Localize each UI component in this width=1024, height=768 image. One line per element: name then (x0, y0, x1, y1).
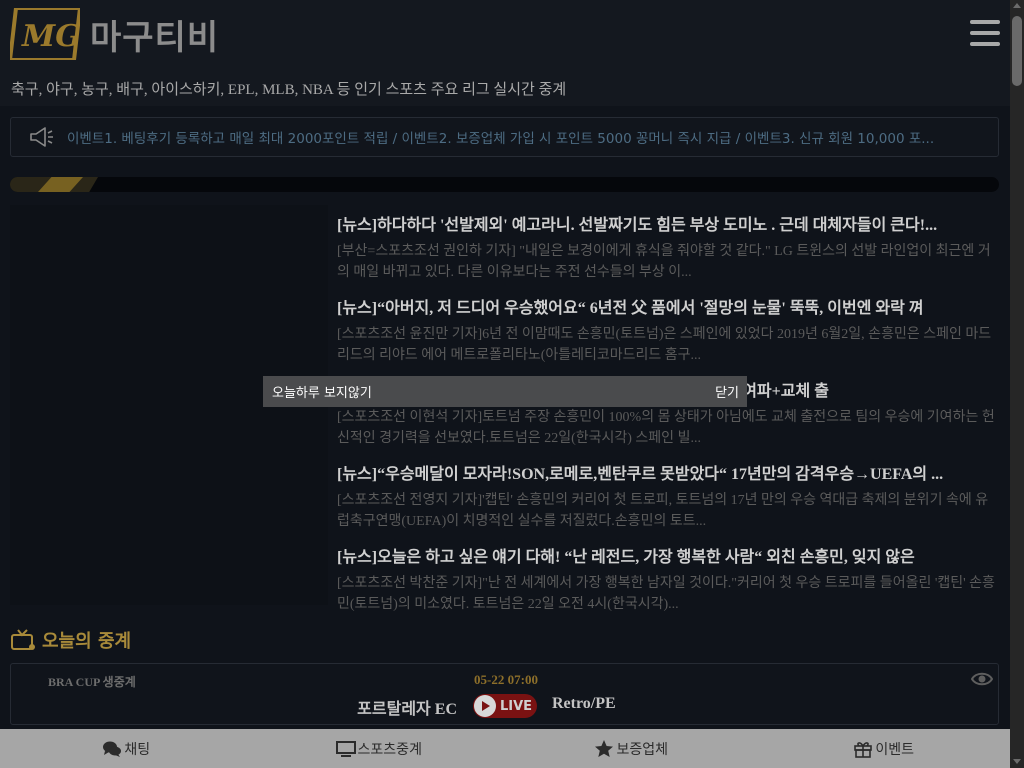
monitor-icon (335, 740, 356, 757)
news-summary: [스포츠조선 전영지 기자]'캡틴' 손흥민의 커리어 첫 트로피, 토트넘의 … (337, 493, 989, 529)
news-item[interactable]: [뉴스]“아버지, 저 드디어 우승했어요“ 6년전 父 품에서 '절망의 눈물… (337, 288, 999, 371)
nav-verified-sites[interactable]: 보증업체 (505, 739, 758, 759)
home-team: 포르탈레자 EC (357, 701, 457, 718)
notice-bar[interactable]: 이벤트1. 베팅후기 등록하고 매일 최대 2000포인트 적립 / 이벤트2.… (10, 117, 999, 157)
menu-button[interactable] (970, 20, 1000, 46)
news-item[interactable]: [뉴스]오늘은 하고 싶은 얘기 다해! “난 레전드, 가장 행복한 사람“ … (337, 537, 999, 620)
news-title[interactable]: [뉴스]오늘은 하고 싶은 얘기 다해! “난 레전드, 가장 행복한 사람“ … (337, 537, 999, 571)
bottom-nav: 채팅 스포츠중계 보증업체 이벤트 (0, 729, 1010, 768)
notice-text: 이벤트1. 베팅후기 등록하고 매일 최대 2000포인트 적립 / 이벤트2.… (67, 131, 935, 147)
chat-icon (103, 741, 122, 757)
logo-text: 마구티비 (90, 17, 220, 58)
scroll-down-arrow-icon[interactable] (1013, 759, 1021, 764)
nav-label: 채팅 (124, 741, 151, 758)
vertical-scrollbar[interactable] (1010, 0, 1024, 768)
hamburger-line (970, 31, 1000, 35)
scroll-thumb[interactable] (1012, 16, 1022, 86)
hide-today-button[interactable]: 오늘하루 보지않기 (272, 382, 372, 401)
logo-mark-icon: MG (10, 8, 80, 60)
gift-icon (854, 741, 873, 758)
news-summary: [스포츠조선 이현석 기자]토트넘 주장 손흥민이 100%의 몸 상태가 아님… (337, 410, 995, 446)
news-title[interactable]: [뉴스]“아버지, 저 드디어 우승했어요“ 6년전 父 품에서 '절망의 눈물… (337, 288, 999, 322)
hamburger-line (970, 20, 1000, 24)
page: MG 마구티비 축구, 야구, 농구, 배구, 아이스하키, EPL, MLB,… (0, 0, 1010, 768)
match-time: 05-22 07:00 (474, 672, 538, 687)
nav-label: 이벤트 (875, 741, 915, 758)
scroll-up-arrow-icon[interactable] (1013, 3, 1021, 8)
away-team: Retro/PE (552, 695, 616, 712)
nav-chat[interactable]: 채팅 (0, 739, 253, 759)
live-button[interactable]: LIVE (473, 694, 537, 718)
megaphone-icon (30, 127, 53, 147)
header: MG 마구티비 (0, 0, 1010, 70)
star-icon (595, 739, 614, 757)
section-title: 오늘의 중계 (42, 631, 132, 652)
nav-label: 스포츠중계 (357, 741, 422, 758)
section-divider (10, 177, 999, 192)
nav-events[interactable]: 이벤트 (758, 739, 1011, 759)
live-label: LIVE (500, 698, 533, 714)
tv-icon (11, 629, 35, 650)
today-broadcast-header: 오늘의 중계 (10, 627, 131, 653)
popup-bar: 오늘하루 보지않기 닫기 (263, 376, 747, 407)
news-item[interactable]: [뉴스]하다하다 '선발제외' 예고라니. 선발짜기도 힘든 부상 도미노 . … (337, 205, 999, 288)
nav-sports-broadcast[interactable]: 스포츠중계 (253, 739, 506, 759)
nav-label: 보증업체 (616, 741, 669, 758)
match-card[interactable]: BRA CUP 생중계 05-22 07:00 포르탈레자 EC LIVE Re… (10, 663, 999, 725)
news-summary: [스포츠조선 윤진만 기자]6년 전 이맘때도 손흥민(토트넘)은 스페인에 있… (337, 327, 992, 363)
news-summary: [부산=스포츠조선 권인하 기자] "내일은 보경이에게 휴식을 줘야할 것 같… (337, 244, 991, 280)
logo-mark-text: MG (21, 19, 80, 54)
news-list: [뉴스]하다하다 '선발제외' 예고라니. 선발짜기도 힘든 부상 도미노 . … (337, 205, 999, 620)
news-title[interactable]: [뉴스]“우승메달이 모자라!SON,로메로,벤탄쿠르 못받았다“ 17년만의 … (337, 454, 999, 488)
hamburger-line (970, 42, 1000, 46)
site-logo[interactable]: MG 마구티비 (10, 8, 219, 60)
news-title[interactable]: [뉴스]하다하다 '선발제외' 예고라니. 선발짜기도 힘든 부상 도미노 . … (337, 205, 999, 239)
popup-close-button[interactable]: 닫기 (715, 382, 739, 401)
play-icon (474, 695, 496, 717)
eye-icon[interactable] (971, 671, 993, 687)
news-summary: [스포츠조선 박찬준 기자]"난 전 세계에서 가장 행복한 남자일 것이다."… (337, 576, 995, 612)
news-item[interactable]: [뉴스]“우승메달이 모자라!SON,로메로,벤탄쿠르 못받았다“ 17년만의 … (337, 454, 999, 537)
site-tagline: 축구, 야구, 농구, 배구, 아이스하키, EPL, MLB, NBA 등 인… (0, 70, 1010, 106)
